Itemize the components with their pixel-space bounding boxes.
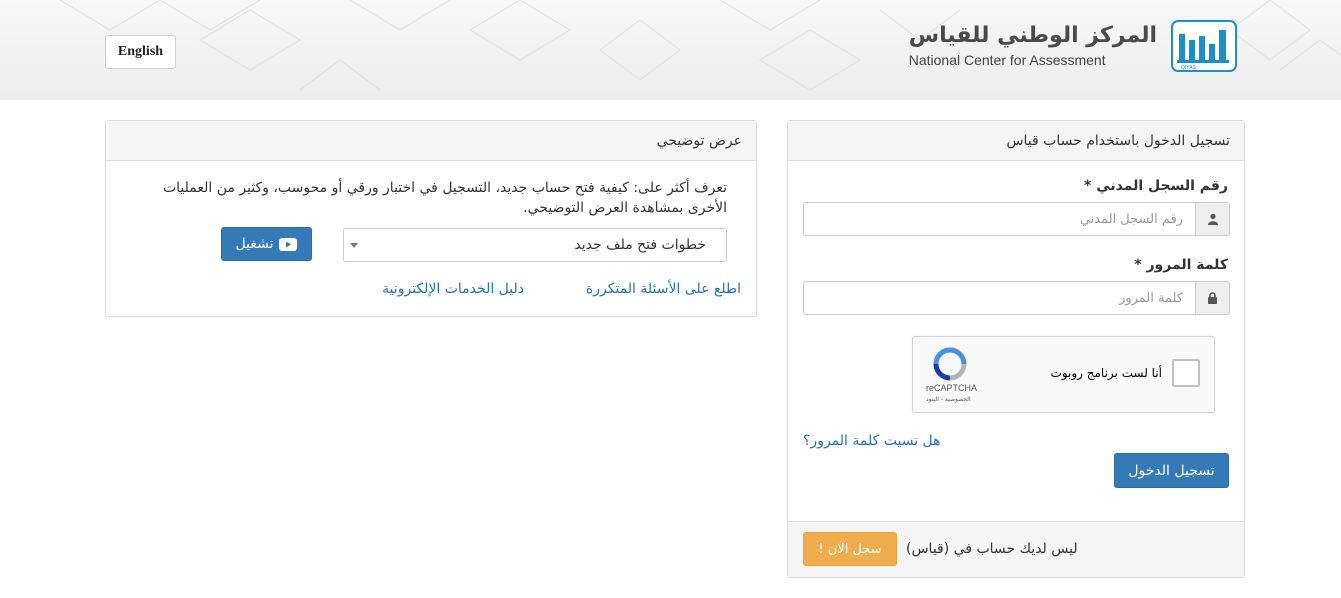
recaptcha-brand: reCAPTCHA <box>926 383 978 393</box>
play-demo-button[interactable]: تشغيل <box>221 227 312 261</box>
caret-down-icon <box>350 243 358 248</box>
demo-video-select-value: خطوات فتح ملف جديد <box>574 237 706 253</box>
brand-name-arabic: المركز الوطني للقياس <box>908 23 1157 48</box>
e-services-guide-link[interactable]: دليل الخدمات الإلكترونية <box>382 281 524 297</box>
qiyas-logo: QIYAS <box>1171 20 1237 72</box>
password-input[interactable]: كلمة المرور <box>803 281 1196 315</box>
register-now-button[interactable]: سجل الان ! <box>803 532 897 566</box>
national-id-input[interactable]: رقم السجل المدني <box>803 202 1196 236</box>
recaptcha-icon <box>933 347 967 381</box>
play-demo-label: تشغيل <box>235 236 274 252</box>
recaptcha-label: أنا لست برنامج روبوت <box>1050 366 1162 380</box>
user-icon <box>1196 202 1230 236</box>
demo-video-select[interactable]: خطوات فتح ملف جديد <box>343 228 727 262</box>
forgot-password-link[interactable]: هل نسيت كلمة المرور؟ <box>803 433 941 449</box>
national-id-label: رقم السجل المدني * <box>1084 178 1228 194</box>
logo-small-text: QIYAS <box>1181 65 1197 71</box>
site-header: English المركز الوطني للقياس National Ce… <box>0 0 1341 100</box>
login-submit-button[interactable]: تسجيل الدخول <box>1114 453 1229 488</box>
demo-panel-title: عرض توضيحي <box>106 121 756 161</box>
demo-description: تعرف أكثر على: كيفية فتح حساب جديد، التس… <box>162 180 727 216</box>
lock-icon <box>1196 281 1230 315</box>
language-toggle-button[interactable]: English <box>105 35 176 69</box>
national-id-input-group: رقم السجل المدني <box>803 202 1230 236</box>
demo-panel: عرض توضيحي تعرف أكثر على: كيفية فتح حساب… <box>105 120 757 317</box>
password-input-group: كلمة المرور <box>803 281 1230 315</box>
brand-name-english: National Center for Assessment <box>908 52 1106 68</box>
brand: المركز الوطني للقياس National Center for… <box>909 20 1237 72</box>
recaptcha-widget: أنا لست برنامج روبوت reCAPTCHA الخصوصية … <box>912 336 1215 413</box>
login-panel: تسجيل الدخول باستخدام حساب قياس رقم السج… <box>787 120 1245 578</box>
youtube-play-icon <box>279 237 298 251</box>
no-account-text: ليس لديك حساب في (قياس) <box>906 541 1078 557</box>
login-panel-title: تسجيل الدخول باستخدام حساب قياس <box>788 121 1244 161</box>
register-footer: سجل الان ! ليس لديك حساب في (قياس) <box>788 521 1244 577</box>
recaptcha-checkbox[interactable] <box>1172 359 1200 387</box>
brand-text: المركز الوطني للقياس National Center for… <box>909 23 1157 69</box>
recaptcha-terms-link[interactable]: الخصوصية - البنود <box>926 396 971 403</box>
password-label: كلمة المرور * <box>1134 257 1228 273</box>
faq-link[interactable]: اطلع على الأسئلة المتكررة <box>586 281 741 297</box>
